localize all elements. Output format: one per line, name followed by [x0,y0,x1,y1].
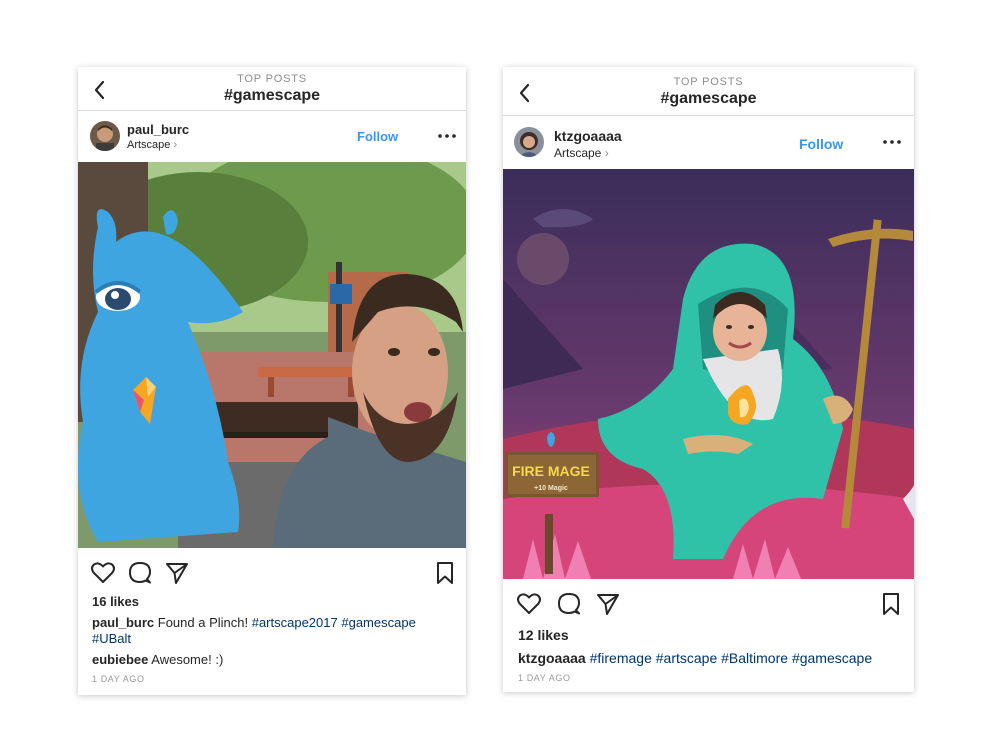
post-username[interactable]: ktzgoaaaa [554,128,622,144]
chevron-right-icon: › [604,146,609,160]
hashtag-link[interactable]: #UBalt [92,631,131,646]
bookmark-icon[interactable] [878,591,904,617]
hashtag-title: #gamescape [660,90,757,107]
top-bar: TOP POSTS #gamescape [503,67,914,116]
hashtag-link[interactable]: #artscape2017 [252,615,338,630]
action-bar [503,589,914,619]
top-posts-label: TOP POSTS [673,76,744,88]
comment-icon[interactable] [556,591,582,617]
comment-row: eubiebee Awesome! :) [92,652,223,667]
post-location[interactable]: Artscape › [127,139,177,151]
avatar[interactable] [514,127,544,157]
top-posts-label: TOP POSTS [237,73,307,85]
sign-title: FIRE MAGE [512,463,590,479]
post-timestamp: 1 DAY AGO [518,673,571,683]
action-bar [78,558,466,588]
heart-icon[interactable] [516,591,542,617]
post-location[interactable]: Artscape › [554,146,609,160]
chevron-right-icon: › [173,139,178,151]
likes-count[interactable]: 16 likes [92,594,139,609]
location-label: Artscape [127,139,171,151]
post-header: ktzgoaaaa Artscape › Follow [503,116,914,168]
location-label: Artscape [554,146,602,160]
hashtag-link[interactable]: #gamescape [341,615,415,630]
hashtag-title: #gamescape [223,87,321,104]
share-icon[interactable] [164,560,190,586]
top-bar: TOP POSTS #gamescape [78,67,466,111]
caption-username[interactable]: paul_burc [92,615,154,630]
sign-subtitle: +10 Magic [534,485,568,492]
post-card-paul-burc: TOP POSTS #gamescape paul_burc Artscape … [78,67,466,695]
avatar[interactable] [90,121,120,151]
follow-button[interactable]: Follow [357,129,398,144]
bookmark-icon[interactable] [432,560,458,586]
post-photo[interactable] [78,162,466,548]
hashtag-link[interactable]: #firemage [590,650,652,666]
share-icon[interactable] [595,591,621,617]
post-caption: ktzgoaaaa #firemage #artscape #Baltimore… [518,650,900,666]
hashtag-link[interactable]: #Baltimore [721,650,788,666]
hashtag-link[interactable]: #gamescape [792,650,872,666]
comment-text: Awesome! :) [151,652,224,667]
comment-username[interactable]: eubiebee [92,652,148,667]
post-username[interactable]: paul_burc [127,122,189,137]
comment-icon[interactable] [127,560,153,586]
likes-count[interactable]: 12 likes [518,627,569,643]
more-dots-icon[interactable] [436,131,458,141]
post-photo[interactable]: FIRE MAGE +10 Magic [503,169,914,579]
caption-username[interactable]: ktzgoaaaa [518,650,586,666]
heart-icon[interactable] [90,560,116,586]
post-caption: paul_burc Found a Plinch! #artscape2017 … [92,615,452,647]
caption-text: Found a Plinch! [157,615,249,630]
post-header: paul_burc Artscape › Follow [78,111,466,161]
post-timestamp: 1 DAY AGO [92,674,145,684]
post-card-ktzgoaaaa: TOP POSTS #gamescape ktzgoaaaa Artscape … [503,67,914,692]
follow-button[interactable]: Follow [799,136,843,152]
hashtag-link[interactable]: #artscape [656,650,717,666]
more-dots-icon[interactable] [881,137,903,147]
